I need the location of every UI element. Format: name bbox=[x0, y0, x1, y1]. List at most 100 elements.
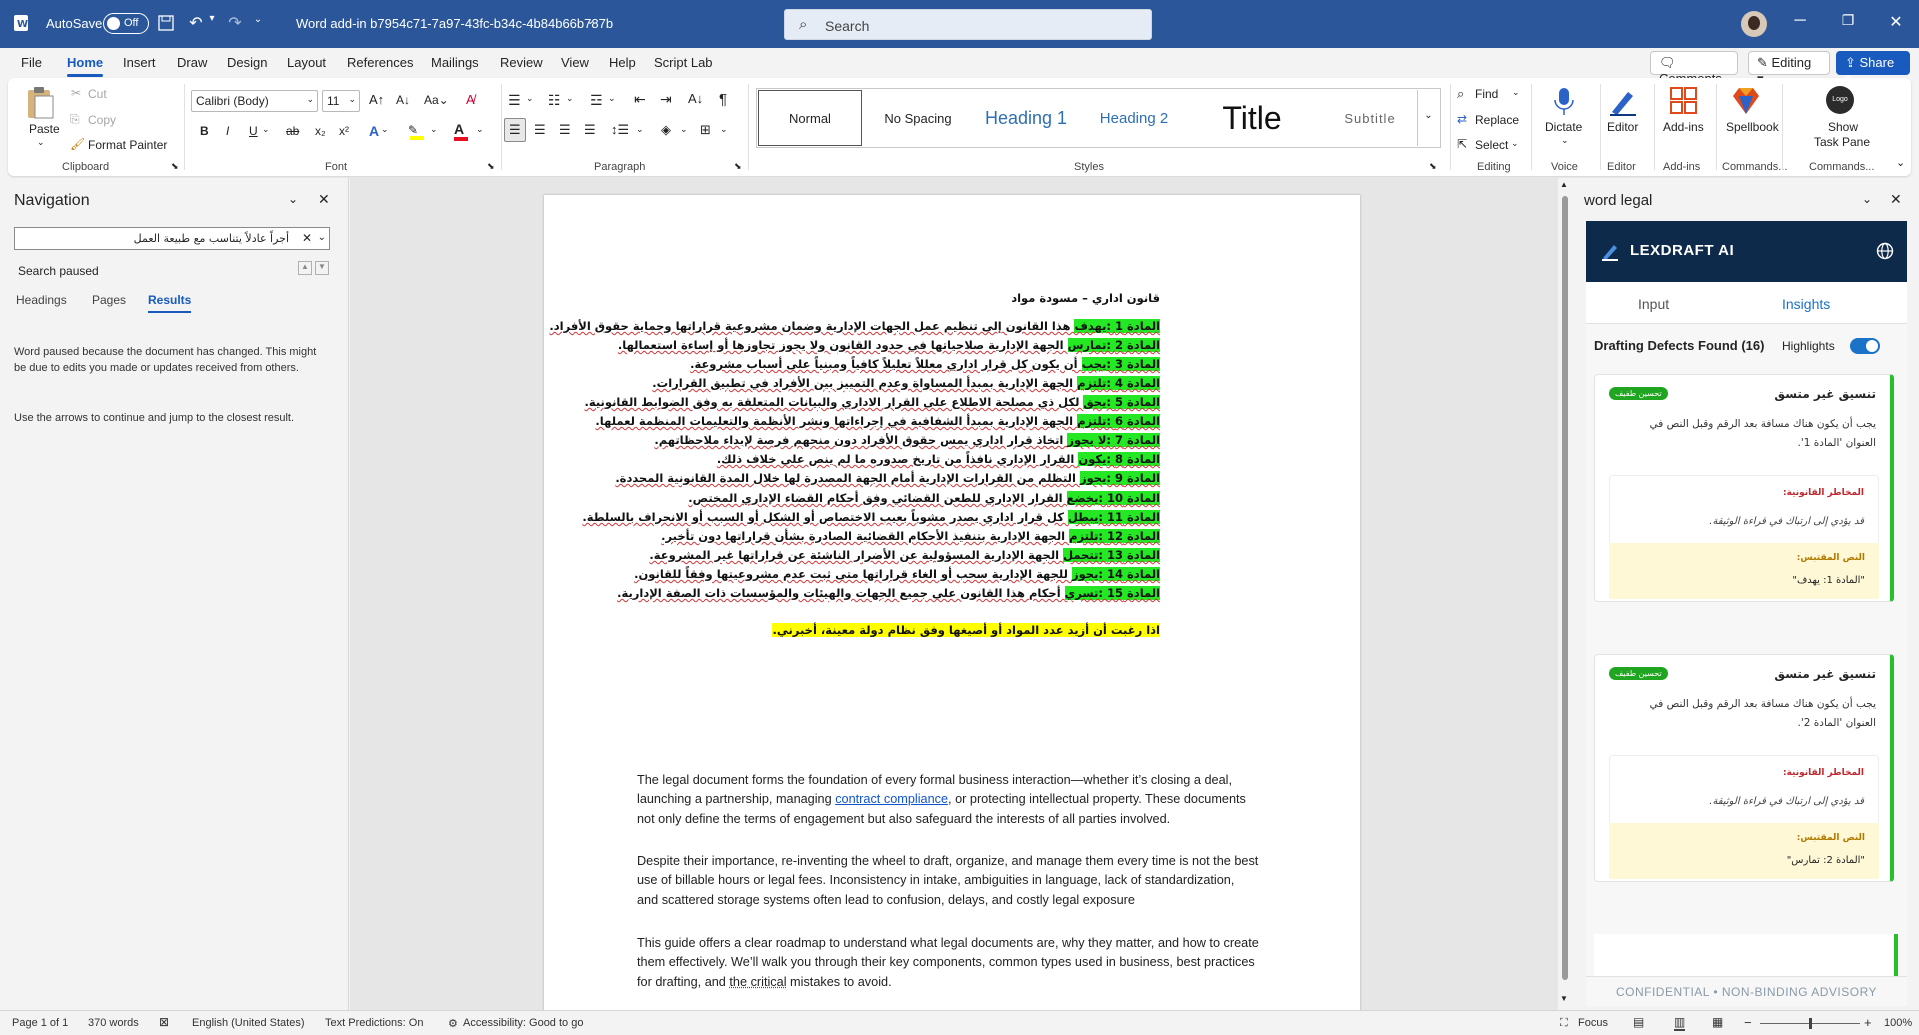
undo-icon[interactable]: ↶ bbox=[186, 13, 206, 33]
autosave-toggle[interactable]: Off bbox=[103, 13, 149, 34]
line-spacing-dropdown-icon[interactable]: ⌄ bbox=[636, 124, 644, 135]
select-button[interactable]: Select bbox=[1475, 138, 1508, 152]
contract-compliance-link[interactable]: contract compliance bbox=[835, 792, 948, 806]
menu-insert[interactable]: Insert bbox=[123, 55, 156, 70]
minimize-icon[interactable]: ─ bbox=[1788, 12, 1812, 30]
align-left-icon[interactable]: ☰ bbox=[504, 118, 526, 142]
style-title[interactable]: Title bbox=[1190, 90, 1314, 146]
line-spacing-icon[interactable]: ↕☰ bbox=[611, 122, 629, 138]
menu-home[interactable]: Home bbox=[67, 55, 104, 77]
copy-button[interactable]: Copy bbox=[88, 113, 116, 127]
sort-icon[interactable]: A↓ bbox=[688, 91, 703, 106]
nav-close-icon[interactable]: ✕ bbox=[318, 191, 330, 208]
word-count[interactable]: 370 words bbox=[88, 1017, 139, 1029]
align-center-icon[interactable]: ☰ bbox=[534, 122, 546, 138]
change-case-icon[interactable]: Aa⌄ bbox=[424, 93, 449, 107]
addins-icon[interactable] bbox=[1669, 86, 1699, 116]
tab-pages[interactable]: Pages bbox=[92, 293, 126, 307]
redo-icon[interactable]: ↷ bbox=[225, 13, 245, 33]
clipboard-launcher-icon[interactable]: ⬊ bbox=[171, 161, 179, 172]
menu-review[interactable]: Review bbox=[500, 55, 543, 70]
menu-file[interactable]: File bbox=[21, 55, 42, 70]
bullets-icon[interactable]: ☰ bbox=[508, 92, 521, 109]
show-marks-icon[interactable]: ¶ bbox=[719, 91, 727, 108]
language[interactable]: English (United States) bbox=[192, 1017, 305, 1029]
numbering-icon[interactable]: ☷ bbox=[548, 92, 561, 109]
font-size-combo[interactable]: 11 ⌄ bbox=[322, 90, 360, 112]
focus-button[interactable]: Focus bbox=[1578, 1017, 1608, 1029]
justify-icon[interactable]: ☰ bbox=[584, 122, 596, 138]
avatar[interactable] bbox=[1741, 11, 1767, 37]
search-options-icon[interactable]: ⌄ bbox=[318, 232, 326, 243]
font-color-icon[interactable]: A bbox=[454, 121, 474, 141]
defect-card[interactable]: تحسين طفيف تنسيق غير متسق يجب أن يكون هن… bbox=[1594, 654, 1894, 882]
text-effects-icon[interactable]: A bbox=[369, 123, 379, 139]
save-icon[interactable] bbox=[158, 15, 174, 31]
paragraph-launcher-icon[interactable]: ⬊ bbox=[734, 161, 742, 172]
read-mode-icon[interactable]: ▤ bbox=[1633, 1015, 1644, 1029]
highlight-dropdown-icon[interactable]: ⌄ bbox=[430, 124, 438, 135]
subscript-icon[interactable]: x₂ bbox=[315, 124, 326, 138]
font-launcher-icon[interactable]: ⬊ bbox=[487, 161, 495, 172]
clear-formatting-icon[interactable]: A̸ bbox=[466, 92, 475, 107]
styles-launcher-icon[interactable]: ⬊ bbox=[1429, 161, 1437, 172]
ribbon-collapse-icon[interactable]: ⌄ bbox=[1896, 156, 1905, 169]
underline-dropdown-icon[interactable]: ⌄ bbox=[262, 124, 270, 135]
editor-icon[interactable] bbox=[1608, 86, 1638, 116]
scroll-up-icon[interactable]: ▲ bbox=[1560, 180, 1568, 189]
zoom-in-icon[interactable]: + bbox=[1864, 1015, 1872, 1030]
menu-mailings[interactable]: Mailings bbox=[431, 55, 479, 70]
web-layout-icon[interactable]: ▦ bbox=[1712, 1015, 1723, 1029]
menu-help[interactable]: Help bbox=[609, 55, 636, 70]
text-effects-dropdown-icon[interactable]: ⌄ bbox=[381, 124, 389, 135]
zoom-slider-thumb[interactable] bbox=[1809, 1018, 1812, 1029]
styles-more-icon[interactable]: ⌄ bbox=[1417, 90, 1439, 146]
highlight-color-icon[interactable]: ✎ bbox=[408, 123, 428, 140]
tab-headings[interactable]: Headings bbox=[16, 293, 67, 307]
menu-design[interactable]: Design bbox=[227, 55, 267, 70]
nav-search-input[interactable]: أجراً عادلاً يتناسب مع طبيعة العمل ✕ ⌄ bbox=[14, 227, 330, 250]
multilevel-dropdown-icon[interactable]: ⌄ bbox=[608, 93, 616, 104]
search-box[interactable]: ⌕ Search bbox=[784, 9, 1152, 40]
share-button[interactable]: ⇪ Share ▾ bbox=[1836, 51, 1910, 86]
show-taskpane-label-1[interactable]: Show bbox=[1828, 120, 1858, 134]
font-color-dropdown-icon[interactable]: ⌄ bbox=[476, 124, 484, 135]
shrink-font-icon[interactable]: A↓ bbox=[396, 93, 410, 107]
undo-dropdown-icon[interactable]: ▾ bbox=[206, 13, 218, 24]
dictate-button[interactable]: Dictate bbox=[1545, 120, 1582, 134]
globe-icon[interactable] bbox=[1876, 242, 1894, 260]
title-dropdown-icon[interactable]: ⌄ bbox=[586, 16, 594, 27]
find-button[interactable]: Find bbox=[1475, 87, 1498, 101]
style-subtitle[interactable]: Subtitle bbox=[1318, 90, 1422, 146]
increase-indent-icon[interactable]: ⇥ bbox=[660, 91, 672, 108]
clear-search-icon[interactable]: ✕ bbox=[302, 231, 312, 245]
editor-button[interactable]: Editor bbox=[1607, 120, 1638, 134]
italic-icon[interactable]: I bbox=[226, 124, 229, 138]
restore-icon[interactable]: ❐ bbox=[1836, 12, 1860, 29]
format-painter-button[interactable]: Format Painter bbox=[88, 138, 167, 152]
align-right-icon[interactable]: ☰ bbox=[559, 122, 571, 138]
close-window-icon[interactable]: ✕ bbox=[1884, 12, 1908, 32]
taskpane-options-icon[interactable]: ⌄ bbox=[1862, 192, 1872, 206]
accessibility-status[interactable]: Accessibility: Good to go bbox=[463, 1017, 583, 1029]
strikethrough-icon[interactable]: ab bbox=[286, 124, 299, 138]
document-title[interactable]: Word add-in b7954c71-7a97-43fc-b34c-4b84… bbox=[296, 16, 613, 31]
replace-button[interactable]: Replace bbox=[1475, 113, 1519, 127]
proofing-icon[interactable]: ⊠ bbox=[159, 1015, 169, 1029]
customize-toolbar-icon[interactable]: ⌄ bbox=[252, 14, 264, 25]
addins-button[interactable]: Add-ins bbox=[1663, 120, 1704, 134]
document-page[interactable]: قانون اداري – مسودة مواد المادة 1 :يهدف … bbox=[544, 195, 1360, 1025]
zoom-level[interactable]: 100% bbox=[1884, 1017, 1912, 1029]
tab-input[interactable]: Input bbox=[1638, 296, 1669, 312]
find-dropdown-icon[interactable]: ⌄ bbox=[1512, 87, 1520, 98]
spellbook-icon[interactable] bbox=[1731, 86, 1761, 116]
shading-dropdown-icon[interactable]: ⌄ bbox=[680, 124, 688, 135]
shading-icon[interactable]: ◈ bbox=[661, 122, 671, 138]
font-family-combo[interactable]: Calibri (Body) ⌄ bbox=[191, 90, 318, 112]
scroll-down-icon[interactable]: ▼ bbox=[1560, 994, 1568, 1003]
spellbook-button[interactable]: Spellbook bbox=[1726, 120, 1779, 134]
multilevel-list-icon[interactable]: ☲ bbox=[590, 92, 603, 109]
nav-options-icon[interactable]: ⌄ bbox=[288, 192, 298, 206]
paste-icon[interactable] bbox=[25, 86, 55, 120]
menu-view[interactable]: View bbox=[561, 55, 589, 70]
